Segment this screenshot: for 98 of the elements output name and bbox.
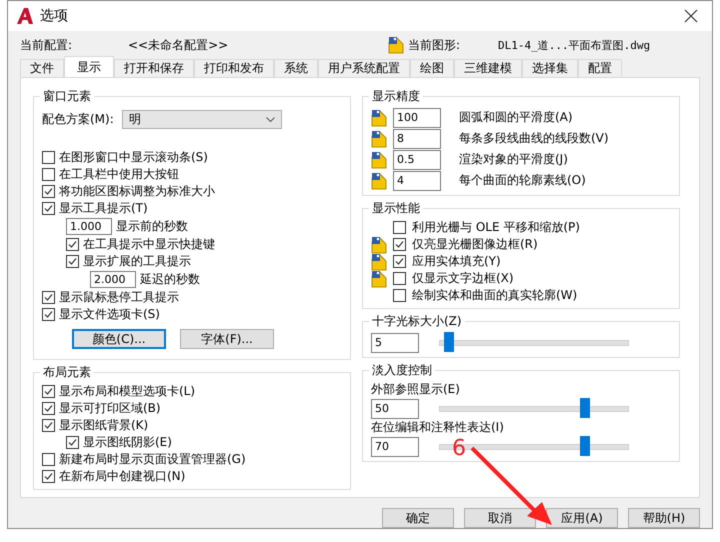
tab[interactable]: 三维建模 xyxy=(454,59,522,77)
checkbox-label: 显示工具提示(T) xyxy=(59,200,148,217)
number-field[interactable]: 8 xyxy=(393,128,441,148)
checkbox-label: 显示扩展的工具提示 xyxy=(83,253,191,270)
drawing-label: 当前图形: xyxy=(408,36,460,54)
field-label: 延迟的秒数 xyxy=(140,271,200,288)
checkbox[interactable] xyxy=(42,291,55,304)
chevron-icon xyxy=(266,116,275,122)
checkbox-label: 利用光栅与 OLE 平移和缩放(P) xyxy=(412,219,580,236)
field-label: 显示前的秒数 xyxy=(116,218,188,235)
checkbox-label: 仅亮显光栅图像边框(R) xyxy=(412,236,538,253)
drawing-file-icon xyxy=(371,108,387,126)
drawing-file-icon xyxy=(371,236,387,254)
number-field[interactable]: 50 xyxy=(371,398,419,418)
checkbox-label: 应用实体填充(Y) xyxy=(412,253,501,270)
checkbox-label: 仅显示文字边框(X) xyxy=(412,270,514,287)
checkbox-label: 显示文件选项卡(S) xyxy=(59,306,160,323)
drawing-file-icon xyxy=(371,150,387,168)
checkbox-label: 新建布局时显示页面设置管理器(G) xyxy=(59,451,246,468)
dialog-button[interactable]: 确定 xyxy=(382,508,454,528)
group-title: 窗口元素 xyxy=(42,88,92,105)
checkbox[interactable] xyxy=(42,168,55,181)
number-field[interactable]: 1.000 xyxy=(66,218,112,235)
tab[interactable]: 系统 xyxy=(274,59,318,77)
number-field[interactable]: 70 xyxy=(371,436,419,456)
checkbox[interactable] xyxy=(42,402,55,415)
tab[interactable]: 选择集 xyxy=(522,59,578,77)
group-title: 十字光标大小(Z) xyxy=(371,313,463,330)
tab[interactable]: 配置 xyxy=(578,59,622,77)
tab[interactable]: 打印和发布 xyxy=(194,59,274,77)
tab[interactable]: 打开和保存 xyxy=(114,59,194,77)
checkbox[interactable] xyxy=(393,238,406,251)
checkbox-label: 显示图纸背景(K) xyxy=(59,417,148,434)
dialog-button[interactable]: 应用(A) xyxy=(546,508,618,528)
checkbox-label: 在图形窗口中显示滚动条(S) xyxy=(59,149,208,166)
panel-button[interactable]: 字体(F)... xyxy=(180,329,274,349)
checkbox-label: 将功能区图标调整为标准大小 xyxy=(59,183,215,200)
checkbox[interactable] xyxy=(42,151,55,164)
checkbox-label: 在工具提示中显示快捷键 xyxy=(83,236,215,253)
dialog-button[interactable]: 帮助(H) xyxy=(628,508,700,528)
group-title: 淡入度控制 xyxy=(371,362,433,379)
field-label: 外部参照显示(E) xyxy=(371,381,460,398)
checkbox-label: 在新布局中创建视口(N) xyxy=(59,468,186,485)
drawing-file-icon xyxy=(371,270,387,288)
field-label: 圆弧和圆的平滑度(A) xyxy=(459,109,573,126)
slider-thumb[interactable] xyxy=(580,436,590,456)
number-field[interactable]: 100 xyxy=(393,108,441,128)
drawing-file-icon xyxy=(371,252,387,270)
tab[interactable]: 用户系统配置 xyxy=(318,59,410,77)
checkbox-label: 显示图纸阴影(E) xyxy=(83,434,172,451)
dialog-button[interactable]: 取消 xyxy=(464,508,536,528)
field-label: 配色方案(M): xyxy=(42,111,114,128)
drawing-name: DL1-4_道...平面布置图.dwg xyxy=(498,38,650,52)
checkbox[interactable] xyxy=(42,185,55,198)
checkbox[interactable] xyxy=(42,308,55,321)
checkbox[interactable] xyxy=(393,289,406,302)
group-title: 布局元素 xyxy=(42,364,92,381)
checkbox[interactable] xyxy=(393,272,406,285)
checkbox[interactable] xyxy=(66,436,79,449)
checkbox-label: 在工具栏中使用大按钮 xyxy=(59,166,179,183)
checkbox[interactable] xyxy=(42,419,55,432)
field-label: 每条多段线曲线的线段数(V) xyxy=(459,130,609,147)
drawing-file-icon xyxy=(371,172,387,190)
checkbox-label: 显示可打印区域(B) xyxy=(59,400,161,417)
checkbox[interactable] xyxy=(42,470,55,483)
number-field[interactable]: 2.000 xyxy=(90,271,136,288)
field-label: 每个曲面的轮廓素线(O) xyxy=(459,172,586,189)
slider-thumb[interactable] xyxy=(444,332,454,352)
tab[interactable]: 绘图 xyxy=(410,59,454,77)
panel-button[interactable]: 颜色(C)... xyxy=(72,329,166,349)
slider-thumb[interactable] xyxy=(580,398,590,418)
number-field[interactable]: 5 xyxy=(371,332,419,352)
checkbox[interactable] xyxy=(393,221,406,234)
checkbox-label: 绘制实体和曲面的真实轮廓(W) xyxy=(412,287,578,304)
checkbox[interactable] xyxy=(42,385,55,398)
checkbox[interactable] xyxy=(393,255,406,268)
tab[interactable]: 文件 xyxy=(20,59,64,77)
drawing-file-icon xyxy=(371,130,387,148)
app-logo-icon xyxy=(16,7,34,25)
checkbox[interactable] xyxy=(42,202,55,215)
group-title: 显示性能 xyxy=(371,200,421,217)
checkbox[interactable] xyxy=(42,453,55,466)
number-field[interactable]: 4 xyxy=(393,170,441,190)
field-label: 在位编辑和注释性表达(I) xyxy=(371,419,504,436)
field-label: 渲染对象的平滑度(J) xyxy=(459,151,568,168)
dropdown[interactable]: 明 xyxy=(122,110,282,129)
profile-name: <<未命名配置>> xyxy=(128,36,230,54)
tab[interactable]: 显示 xyxy=(64,56,114,77)
number-field[interactable]: 0.5 xyxy=(393,150,441,170)
step-number: 6 xyxy=(452,438,466,460)
drawing-file-icon xyxy=(388,36,404,54)
window-title: 选项 xyxy=(40,7,69,25)
checkbox-label: 显示鼠标悬停工具提示 xyxy=(59,289,179,306)
checkbox[interactable] xyxy=(66,255,79,268)
group-title: 显示精度 xyxy=(371,88,421,105)
checkbox[interactable] xyxy=(66,238,79,251)
checkbox-label: 显示布局和模型选项卡(L) xyxy=(59,383,196,400)
profile-label: 当前配置: xyxy=(20,36,74,54)
